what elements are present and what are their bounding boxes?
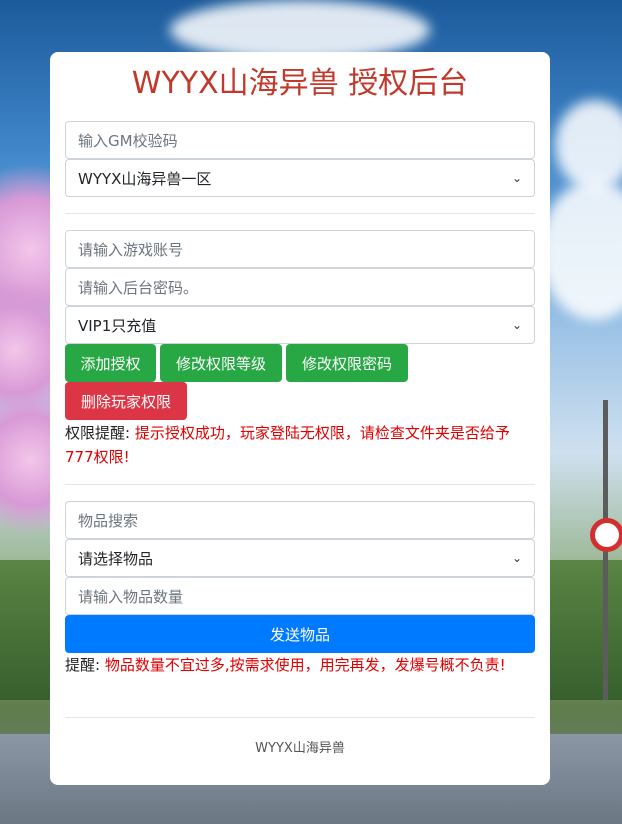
password-placeholder: 请输入后台密码。 [78, 278, 199, 297]
item-reminder-label: 提醒: [65, 656, 101, 674]
item-select[interactable]: 请选择物品 ⌄ [65, 539, 535, 577]
delete-permission-button[interactable]: 删除玩家权限 [65, 382, 187, 420]
server-select-value: WYYX山海异兽一区 [78, 169, 212, 188]
add-auth-button[interactable]: 添加授权 [65, 344, 156, 382]
item-reminder-text: 物品数量不宜过多,按需求使用，用完再发，发爆号概不负责! [104, 656, 506, 674]
gm-code-input[interactable]: 输入GM校验码 [65, 121, 535, 159]
divider [65, 213, 535, 214]
item-search-placeholder: 物品搜索 [78, 511, 139, 530]
server-select[interactable]: WYYX山海异兽一区 ⌄ [65, 159, 535, 197]
item-select-value: 请选择物品 [78, 549, 154, 568]
vip-select[interactable]: VIP1只充值 ⌄ [65, 306, 535, 344]
permission-reminder-label: 权限提醒: [65, 424, 131, 442]
gm-code-placeholder: 输入GM校验码 [78, 131, 178, 150]
modify-password-button[interactable]: 修改权限密码 [286, 344, 408, 382]
divider [65, 717, 535, 718]
page-title: WYYX山海异兽 授权后台 [131, 66, 469, 101]
item-search-input[interactable]: 物品搜索 [65, 501, 535, 539]
password-input[interactable]: 请输入后台密码。 [65, 268, 535, 306]
item-quantity-input[interactable]: 请输入物品数量 [65, 577, 535, 615]
footer-text: WYYX山海异兽 [255, 741, 345, 756]
account-input[interactable]: 请输入游戏账号 [65, 230, 535, 268]
divider [65, 484, 535, 485]
account-placeholder: 请输入游戏账号 [78, 240, 184, 259]
item-reminder: 提醒: 物品数量不宜过多,按需求使用，用完再发，发爆号概不负责! [65, 653, 535, 677]
chevron-down-icon: ⌄ [511, 318, 522, 332]
item-quantity-placeholder: 请输入物品数量 [78, 587, 184, 606]
permission-reminder: 权限提醒: 提示授权成功，玩家登陆无权限，请检查文件夹是否给予777权限! [65, 421, 535, 469]
vip-select-value: VIP1只充值 [78, 316, 157, 335]
modify-level-button[interactable]: 修改权限等级 [160, 344, 282, 382]
auth-panel: WYYX山海异兽 授权后台 输入GM校验码 WYYX山海异兽一区 ⌄ 请输入游戏… [50, 52, 550, 785]
chevron-down-icon: ⌄ [511, 551, 522, 565]
chevron-down-icon: ⌄ [511, 171, 522, 185]
send-item-button[interactable]: 发送物品 [65, 615, 535, 653]
permission-reminder-text: 提示授权成功，玩家登陆无权限，请检查文件夹是否给予777权限! [65, 424, 510, 466]
